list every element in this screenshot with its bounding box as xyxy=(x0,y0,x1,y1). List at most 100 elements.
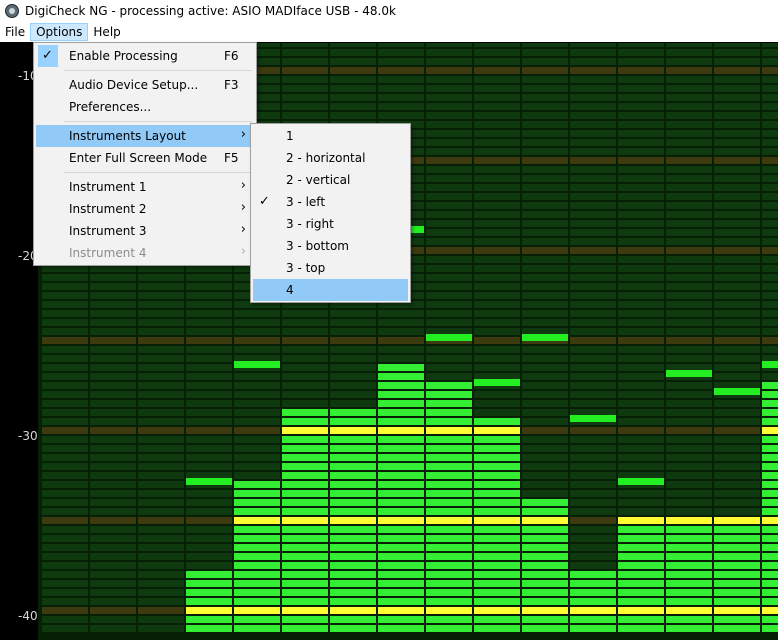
meter-segment xyxy=(762,310,778,317)
meter-segment xyxy=(474,184,520,191)
meter-marker-segment xyxy=(282,607,328,614)
layout-option-3-bottom[interactable]: 3 - bottom xyxy=(253,235,408,257)
meter-segment xyxy=(138,535,184,542)
meter-segment xyxy=(330,580,376,587)
meter-segment xyxy=(42,553,88,560)
menu-file[interactable]: File xyxy=(0,23,30,41)
menu-item-preferences[interactable]: Preferences... xyxy=(36,96,254,118)
chevron-right-icon: › xyxy=(240,178,246,193)
meter-segment xyxy=(522,193,568,200)
menu-help[interactable]: Help xyxy=(88,23,125,41)
layout-option-4[interactable]: 4 xyxy=(253,279,408,301)
meter-marker-segment xyxy=(618,337,664,344)
meter-segment xyxy=(138,364,184,371)
menu-options[interactable]: Options xyxy=(30,23,89,41)
menu-item-instrument-1[interactable]: Instrument 1 › xyxy=(36,176,254,198)
meter-segment xyxy=(570,211,616,218)
meter-segment xyxy=(234,409,280,416)
meter-segment xyxy=(42,328,88,335)
menu-item-full-screen[interactable]: Enter Full Screen Mode F5 xyxy=(36,147,254,169)
meter-segment xyxy=(618,130,664,137)
layout-option-2-vertical[interactable]: 2 - vertical xyxy=(253,169,408,191)
meter-segment xyxy=(762,85,778,92)
meter-segment xyxy=(186,319,232,326)
meter-segment xyxy=(666,148,712,155)
meter-segment xyxy=(762,319,778,326)
layout-option-3-top[interactable]: 3 - top xyxy=(253,257,408,279)
meter-segment xyxy=(522,58,568,65)
meter-segment xyxy=(666,319,712,326)
meter-segment xyxy=(522,499,568,506)
meter-segment xyxy=(378,553,424,560)
menu-item-audio-device-setup[interactable]: Audio Device Setup... F3 xyxy=(36,74,254,96)
meter-segment xyxy=(762,499,778,506)
meter-segment xyxy=(138,418,184,425)
meter-segment xyxy=(426,292,472,299)
meter-segment xyxy=(570,58,616,65)
meter-segment xyxy=(186,463,232,470)
meter-segment xyxy=(42,265,88,272)
meter-segment xyxy=(570,544,616,551)
meter-segment xyxy=(714,166,760,173)
meter-segment xyxy=(330,400,376,407)
menu-item-instruments-layout[interactable]: Instruments Layout › xyxy=(36,125,254,147)
meter-segment xyxy=(522,85,568,92)
layout-option-3-right[interactable]: 3 - right xyxy=(253,213,408,235)
menu-item-instrument-3[interactable]: Instrument 3 › xyxy=(36,220,254,242)
meter-segment xyxy=(426,571,472,578)
meter-segment xyxy=(762,76,778,83)
layout-option-2-horizontal[interactable]: 2 - horizontal xyxy=(253,147,408,169)
meter-segment xyxy=(330,508,376,515)
meter-segment xyxy=(378,310,424,317)
menu-item-instrument-2[interactable]: Instrument 2 › xyxy=(36,198,254,220)
meter-segment xyxy=(714,76,760,83)
meter-segment xyxy=(522,400,568,407)
meter-segment xyxy=(570,373,616,380)
meter-segment xyxy=(186,274,232,281)
meter-segment xyxy=(42,625,88,632)
meter-segment xyxy=(426,418,472,425)
meter-segment xyxy=(474,139,520,146)
meter-segment xyxy=(474,562,520,569)
menu-item-enable-processing[interactable]: ✓ Enable Processing F6 xyxy=(36,45,254,67)
meter-marker-segment xyxy=(234,607,280,614)
meter-segment xyxy=(474,265,520,272)
meter-segment xyxy=(426,580,472,587)
meter-segment xyxy=(42,526,88,533)
meter-segment xyxy=(522,319,568,326)
layout-option-1[interactable]: 1 xyxy=(253,125,408,147)
meter-segment xyxy=(138,436,184,443)
layout-option-3-left[interactable]: ✓ 3 - left xyxy=(253,191,408,213)
meter-segment xyxy=(426,553,472,560)
meter-marker-segment xyxy=(378,607,424,614)
meter-segment xyxy=(330,472,376,479)
meter-segment xyxy=(714,598,760,605)
meter-segment xyxy=(378,544,424,551)
meter-segment xyxy=(522,112,568,119)
meter-segment xyxy=(426,139,472,146)
meter-segment xyxy=(186,265,232,272)
meter-segment xyxy=(714,328,760,335)
meter-segment xyxy=(282,346,328,353)
meter-segment xyxy=(714,283,760,290)
meter-segment xyxy=(570,265,616,272)
meter-segment xyxy=(522,598,568,605)
meter-segment xyxy=(90,544,136,551)
checkmark-icon: ✓ xyxy=(42,48,53,63)
meter-segment xyxy=(426,364,472,371)
meter-segment xyxy=(762,283,778,290)
meter-segment xyxy=(666,130,712,137)
meter-segment xyxy=(570,112,616,119)
meter-marker-segment xyxy=(474,607,520,614)
meter-segment xyxy=(42,418,88,425)
meter-segment xyxy=(90,490,136,497)
meter-marker-segment xyxy=(42,427,88,434)
meter-marker-segment xyxy=(426,157,472,164)
meter-segment xyxy=(714,85,760,92)
meter-segment xyxy=(714,481,760,488)
meter-segment xyxy=(522,265,568,272)
meter-segment xyxy=(666,499,712,506)
meter-segment xyxy=(474,499,520,506)
meter-segment xyxy=(426,103,472,110)
meter-segment xyxy=(618,49,664,56)
